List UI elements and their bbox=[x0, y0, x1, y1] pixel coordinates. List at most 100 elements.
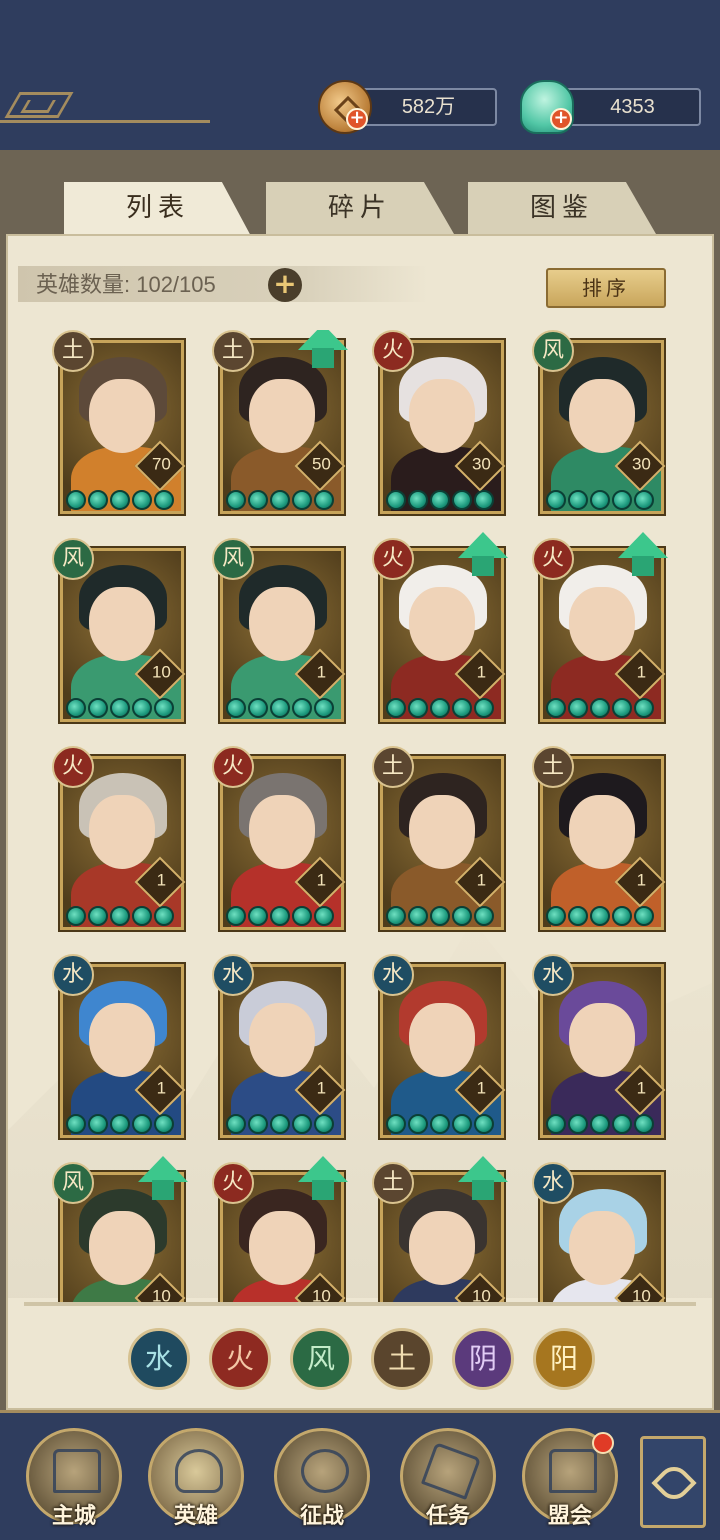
upgrade-arrow-icon bbox=[458, 532, 508, 578]
wind-element-icon: 风 bbox=[52, 538, 94, 580]
tab-codex[interactable]: 图鉴 bbox=[468, 182, 656, 234]
hero-card[interactable]: 1火 bbox=[210, 746, 346, 932]
hero-grid: 70 土 50 土 30 火 30 风 10 风 1 风 1 火 1 火 1 火 1 火 1 土 1 土 1 水 1 水 1 水 1 水 10 风… bbox=[40, 330, 680, 1302]
sort-button[interactable]: 排序 bbox=[546, 268, 666, 308]
jade-star-icon bbox=[452, 906, 472, 926]
hero-card[interactable]: 1土 bbox=[370, 746, 506, 932]
element-filter-bar: 水 火 风 土 阴 阳 bbox=[128, 1328, 598, 1392]
tab-fragments[interactable]: 碎片 bbox=[266, 182, 454, 234]
jade-star-icon bbox=[110, 490, 130, 510]
hero-card[interactable]: 1水 bbox=[210, 954, 346, 1140]
hero-card[interactable]: 70 土 bbox=[50, 330, 186, 516]
hero-card[interactable]: 30 火 bbox=[370, 330, 506, 516]
hero-card[interactable]: 1土 bbox=[530, 746, 666, 932]
nav-tasks[interactable]: 任务 bbox=[400, 1428, 496, 1529]
hero-level: 30 bbox=[471, 454, 491, 474]
jade-star-icon bbox=[546, 490, 566, 510]
nav-heroes[interactable]: 英雄 bbox=[148, 1428, 244, 1529]
expand-capacity-plus-icon[interactable]: + bbox=[268, 268, 302, 302]
jade-star-icon bbox=[270, 490, 290, 510]
jade-star-icon bbox=[66, 906, 86, 926]
jade-star-icon bbox=[408, 1114, 428, 1134]
hero-card[interactable]: 50 土 bbox=[210, 330, 348, 516]
jade-star-icon bbox=[430, 698, 450, 718]
hero-card[interactable]: 1风 bbox=[210, 538, 346, 724]
hero-level: 50 bbox=[311, 454, 331, 474]
hero-card[interactable]: 1水 bbox=[370, 954, 506, 1140]
jade-star-icon bbox=[110, 698, 130, 718]
upgrade-arrow-icon bbox=[298, 330, 348, 370]
upgrade-arrow-icon bbox=[458, 1156, 508, 1202]
jade-star-icon bbox=[408, 490, 428, 510]
upgrade-arrow-icon bbox=[298, 1156, 348, 1202]
tab-list[interactable]: 列表 bbox=[64, 182, 252, 238]
nav-label: 英雄 bbox=[173, 1504, 218, 1529]
hero-star-row bbox=[386, 490, 496, 512]
jade-star-icon bbox=[88, 1114, 108, 1134]
nav-main-city[interactable]: 主城 bbox=[26, 1428, 122, 1529]
hero-star-row bbox=[66, 490, 176, 512]
upgrade-arrow-icon bbox=[618, 532, 668, 578]
filter-wind-button[interactable]: 风 bbox=[290, 1328, 352, 1390]
jade-star-icon bbox=[110, 906, 130, 926]
add-coins-plus-icon[interactable]: + bbox=[346, 108, 368, 130]
water-element-icon: 水 bbox=[532, 1162, 574, 1204]
jade-star-icon bbox=[226, 698, 246, 718]
earth-element-icon: 土 bbox=[212, 330, 254, 372]
nav-label: 盟会 bbox=[547, 1504, 592, 1529]
filter-earth-button[interactable]: 土 bbox=[371, 1328, 433, 1390]
jade-star-icon bbox=[226, 490, 246, 510]
hero-star-row bbox=[226, 698, 336, 720]
jade-star-icon bbox=[612, 1114, 632, 1134]
jade-star-icon bbox=[270, 698, 290, 718]
upgrade-arrow-icon bbox=[138, 1156, 188, 1202]
jade-star-icon bbox=[430, 490, 450, 510]
hero-count-label: 英雄数量: 102/105 bbox=[36, 272, 216, 297]
hero-star-row bbox=[546, 490, 656, 512]
more-menu-button[interactable] bbox=[640, 1436, 706, 1528]
jade-star-icon bbox=[154, 906, 174, 926]
list-divider bbox=[24, 1302, 696, 1306]
hero-card[interactable]: 10 水 bbox=[530, 1162, 666, 1302]
jade-star-icon bbox=[590, 1114, 610, 1134]
hero-level: 1 bbox=[636, 1078, 647, 1098]
fire-element-icon: 火 bbox=[52, 746, 94, 788]
hero-card[interactable]: 1水 bbox=[50, 954, 186, 1140]
filter-yin-button[interactable]: 阴 bbox=[452, 1328, 514, 1390]
hero-level: 70 bbox=[151, 454, 171, 474]
filter-fire-button[interactable]: 火 bbox=[209, 1328, 271, 1390]
hero-card[interactable]: 10 风 bbox=[50, 1156, 188, 1302]
jade-star-icon bbox=[292, 698, 312, 718]
hero-card[interactable]: 10 风 bbox=[50, 538, 186, 724]
filter-water-button[interactable]: 水 bbox=[128, 1328, 190, 1390]
hero-card[interactable]: 10 火 bbox=[210, 1156, 348, 1302]
jade-star-icon bbox=[132, 1114, 152, 1134]
filter-yang-button[interactable]: 阳 bbox=[533, 1328, 595, 1390]
jade-star-icon bbox=[226, 1114, 246, 1134]
hero-card[interactable]: 1水 bbox=[530, 954, 666, 1140]
hero-card[interactable]: 1火 bbox=[50, 746, 186, 932]
fire-element-icon: 火 bbox=[212, 1162, 254, 1204]
jade-star-icon bbox=[474, 490, 494, 510]
hero-level: 1 bbox=[476, 662, 487, 682]
nav-campaign[interactable]: 征战 bbox=[274, 1428, 370, 1529]
jade-star-icon bbox=[474, 906, 494, 926]
jade-star-icon bbox=[590, 698, 610, 718]
fire-element-icon: 火 bbox=[212, 746, 254, 788]
jade-star-icon bbox=[292, 906, 312, 926]
hero-card[interactable]: 1火 bbox=[530, 532, 668, 724]
hero-level: 10 bbox=[471, 1286, 491, 1302]
hero-card[interactable]: 1火 bbox=[370, 532, 508, 724]
jade-star-icon bbox=[88, 906, 108, 926]
jade-star-icon bbox=[66, 490, 86, 510]
jade-star-icon bbox=[452, 490, 472, 510]
hero-card[interactable]: 30 风 bbox=[530, 330, 666, 516]
jade-star-icon bbox=[386, 698, 406, 718]
add-jade-plus-icon[interactable]: + bbox=[550, 108, 572, 130]
hero-star-row bbox=[386, 1114, 496, 1136]
jade-star-icon bbox=[88, 698, 108, 718]
water-element-icon: 水 bbox=[52, 954, 94, 996]
hero-card[interactable]: 10 土 bbox=[370, 1156, 508, 1302]
jade-star-icon bbox=[568, 1114, 588, 1134]
wind-element-icon: 风 bbox=[532, 330, 574, 372]
